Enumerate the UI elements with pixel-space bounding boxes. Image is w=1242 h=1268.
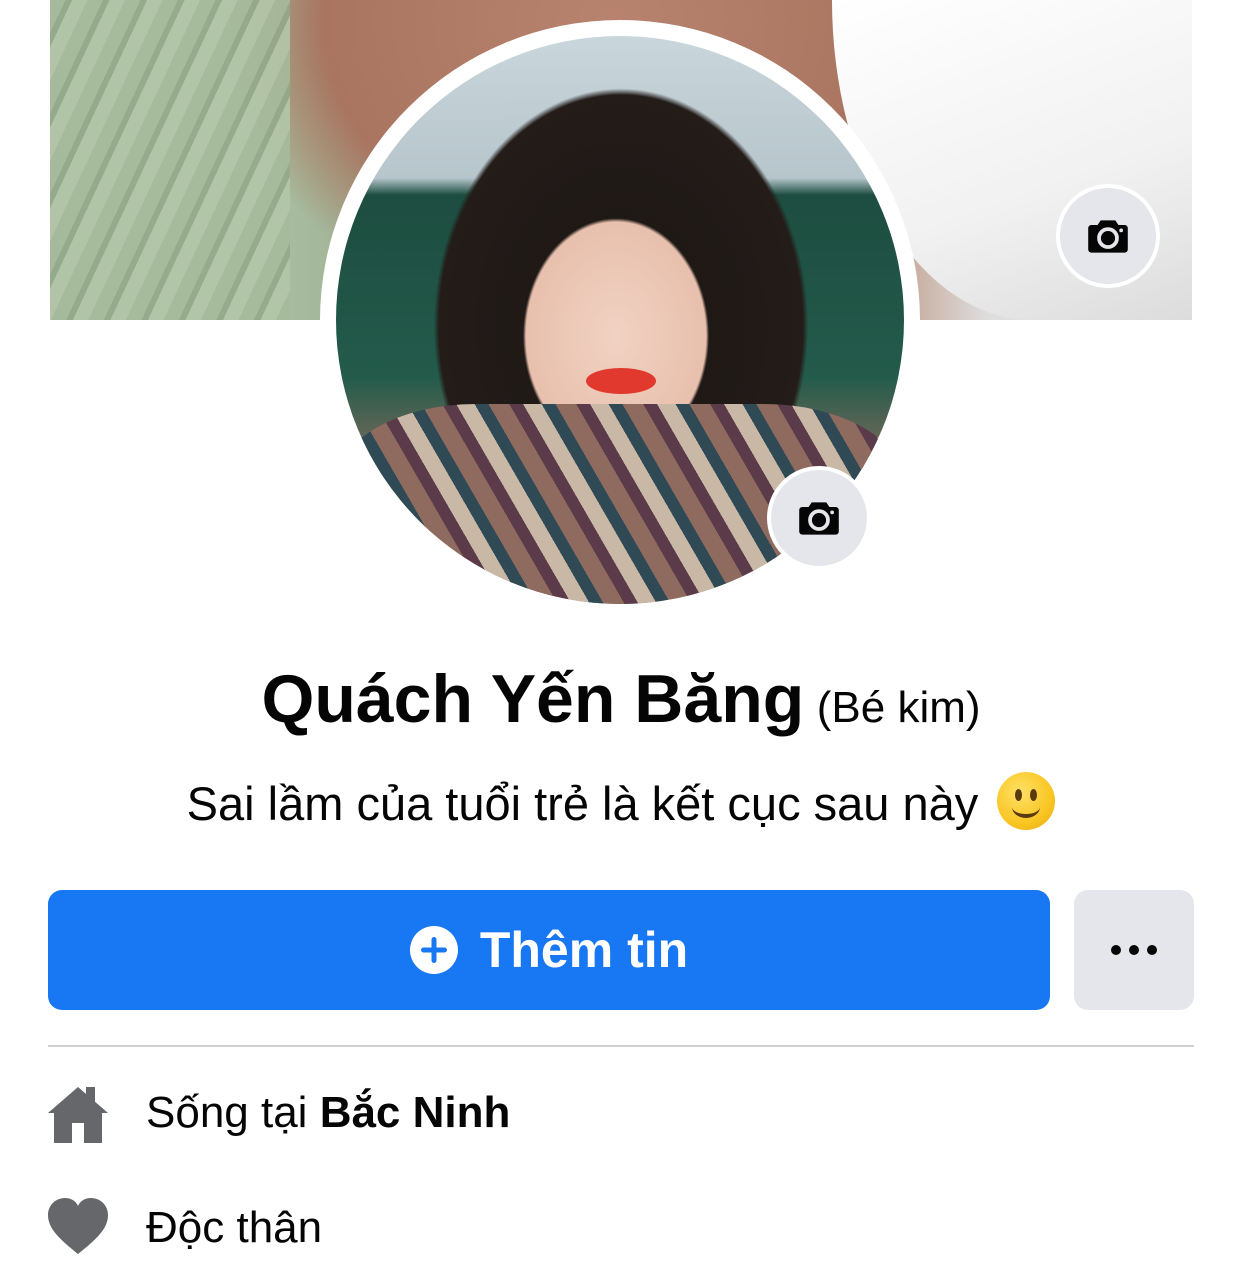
more-options-button[interactable]: [1074, 890, 1194, 1010]
intro-item-value: Bắc Ninh: [319, 1088, 511, 1137]
profile-alternate-name: (Bé kim): [816, 683, 981, 732]
ellipsis-icon: [1111, 945, 1121, 955]
profile-bio-text: Sai lầm của tuổi trẻ là kết cục sau này: [186, 777, 979, 830]
intro-item-text: Độc thân: [146, 1203, 322, 1253]
intro-item-prefix: Sống tại: [146, 1088, 320, 1137]
cover-photo-cloth: [50, 0, 290, 320]
slightly-smiling-face-icon: [997, 772, 1056, 830]
ellipsis-dot: [1147, 945, 1157, 955]
camera-icon: [1088, 220, 1128, 253]
intro-item-text: Sống tại Bắc Ninh: [146, 1088, 510, 1138]
ellipsis-dot: [1129, 945, 1139, 955]
heart-icon: [48, 1198, 108, 1254]
intro-item-prefix: Độc thân: [146, 1203, 323, 1252]
profile-picture-detail-lips: [586, 368, 656, 394]
edit-cover-photo-button[interactable]: [1056, 184, 1160, 288]
profile-bio: Sai lầm của tuổi trẻ là kết cục sau này: [0, 772, 1242, 831]
add-to-story-button[interactable]: Thêm tin: [48, 890, 1050, 1010]
plus-circle-icon: [409, 926, 458, 974]
profile-name-row: Quách Yến Băng (Bé kim): [0, 660, 1242, 738]
intro-item-relationship[interactable]: Độc thân: [48, 1188, 1194, 1268]
edit-profile-picture-button[interactable]: [767, 466, 871, 570]
camera-icon: [799, 502, 839, 535]
intro-item-lives-in[interactable]: Sống tại Bắc Ninh: [48, 1073, 1194, 1153]
home-icon: [48, 1087, 108, 1143]
add-to-story-label: Thêm tin: [479, 922, 689, 978]
profile-name: Quách Yến Băng: [261, 661, 805, 737]
divider: [48, 1045, 1194, 1047]
